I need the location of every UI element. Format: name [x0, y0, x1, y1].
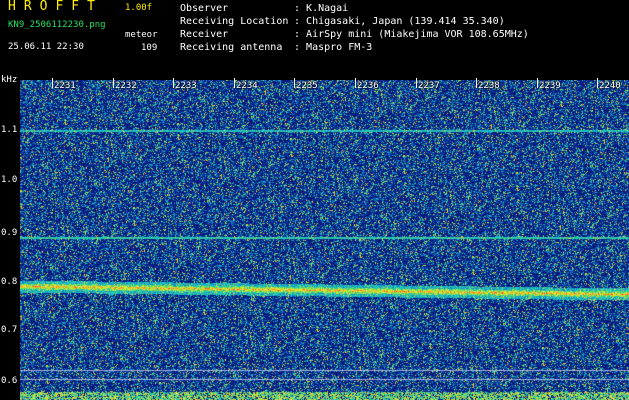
y-axis-unit: kHz: [1, 75, 18, 85]
minute-marker: [355, 78, 356, 88]
x-tick-label: 2231: [54, 81, 76, 91]
meteor-count-label: meteor: [125, 30, 158, 40]
minute-marker: [597, 78, 598, 88]
info-label: Receiving Location: [180, 16, 289, 27]
y-tick-label: 1.0: [1, 175, 18, 185]
x-tick-label: 2233: [175, 81, 197, 91]
info-separator: :: [294, 16, 307, 27]
minute-marker: [294, 78, 295, 88]
info-value: K.Nagai: [306, 3, 349, 14]
info-row: Observer: K.Nagai: [180, 2, 529, 15]
minute-marker: [476, 78, 477, 88]
x-tick-label: 2232: [115, 81, 137, 91]
app-title: HROFFT: [8, 0, 103, 14]
info-label: Receiving antenna: [180, 42, 283, 53]
minute-marker: [537, 78, 538, 88]
x-tick-label: 2234: [236, 81, 258, 91]
header-panel: HROFFT 1.00f KN9_2506112230.png 25.06.11…: [0, 0, 629, 78]
x-tick-label: 2239: [539, 81, 561, 91]
minute-marker: [113, 78, 114, 88]
info-label: Receiver: [180, 29, 229, 40]
info-separator: :: [294, 42, 307, 53]
info-value: Maspro FM-3: [306, 42, 373, 53]
x-tick-label: 2237: [418, 81, 440, 91]
spectrogram-canvas: [20, 80, 629, 400]
minute-marker: [234, 78, 235, 88]
y-tick-label: 0.9: [1, 228, 18, 238]
x-tick-label: 2235: [296, 81, 318, 91]
version-label: 1.00f: [125, 3, 153, 13]
info-label: Observer: [180, 3, 229, 14]
minute-marker: [52, 78, 53, 88]
y-tick-label: 0.7: [1, 325, 18, 335]
y-tick-label: 0.8: [1, 277, 18, 287]
info-value: Chigasaki, Japan (139.414 35.340): [306, 16, 505, 27]
y-tick-label: 0.6: [1, 376, 18, 386]
y-tick-label: 1.1: [1, 125, 18, 135]
datetime-label: 25.06.11 22:30: [8, 42, 84, 52]
x-tick-label: 2238: [478, 81, 500, 91]
info-row: Receiving Location: Chigasaki, Japan (13…: [180, 15, 529, 28]
info-separator: :: [294, 29, 307, 40]
meteor-count-value: 109: [141, 43, 158, 53]
info-row: Receiver: AirSpy mini (Miakejima VOR 108…: [180, 28, 529, 41]
station-info: Observer: K.Nagai Receiving Location: Chi…: [180, 2, 529, 54]
minute-marker: [173, 78, 174, 88]
filename-label: KN9_2506112230.png: [8, 20, 106, 30]
info-value: AirSpy mini (Miakejima VOR 108.65MHz): [306, 29, 529, 40]
x-tick-label: 2236: [357, 81, 379, 91]
info-separator: :: [294, 3, 307, 14]
x-tick-label: 2240: [599, 81, 621, 91]
info-row: Receiving antenna: Maspro FM-3: [180, 41, 529, 54]
minute-marker: [416, 78, 417, 88]
